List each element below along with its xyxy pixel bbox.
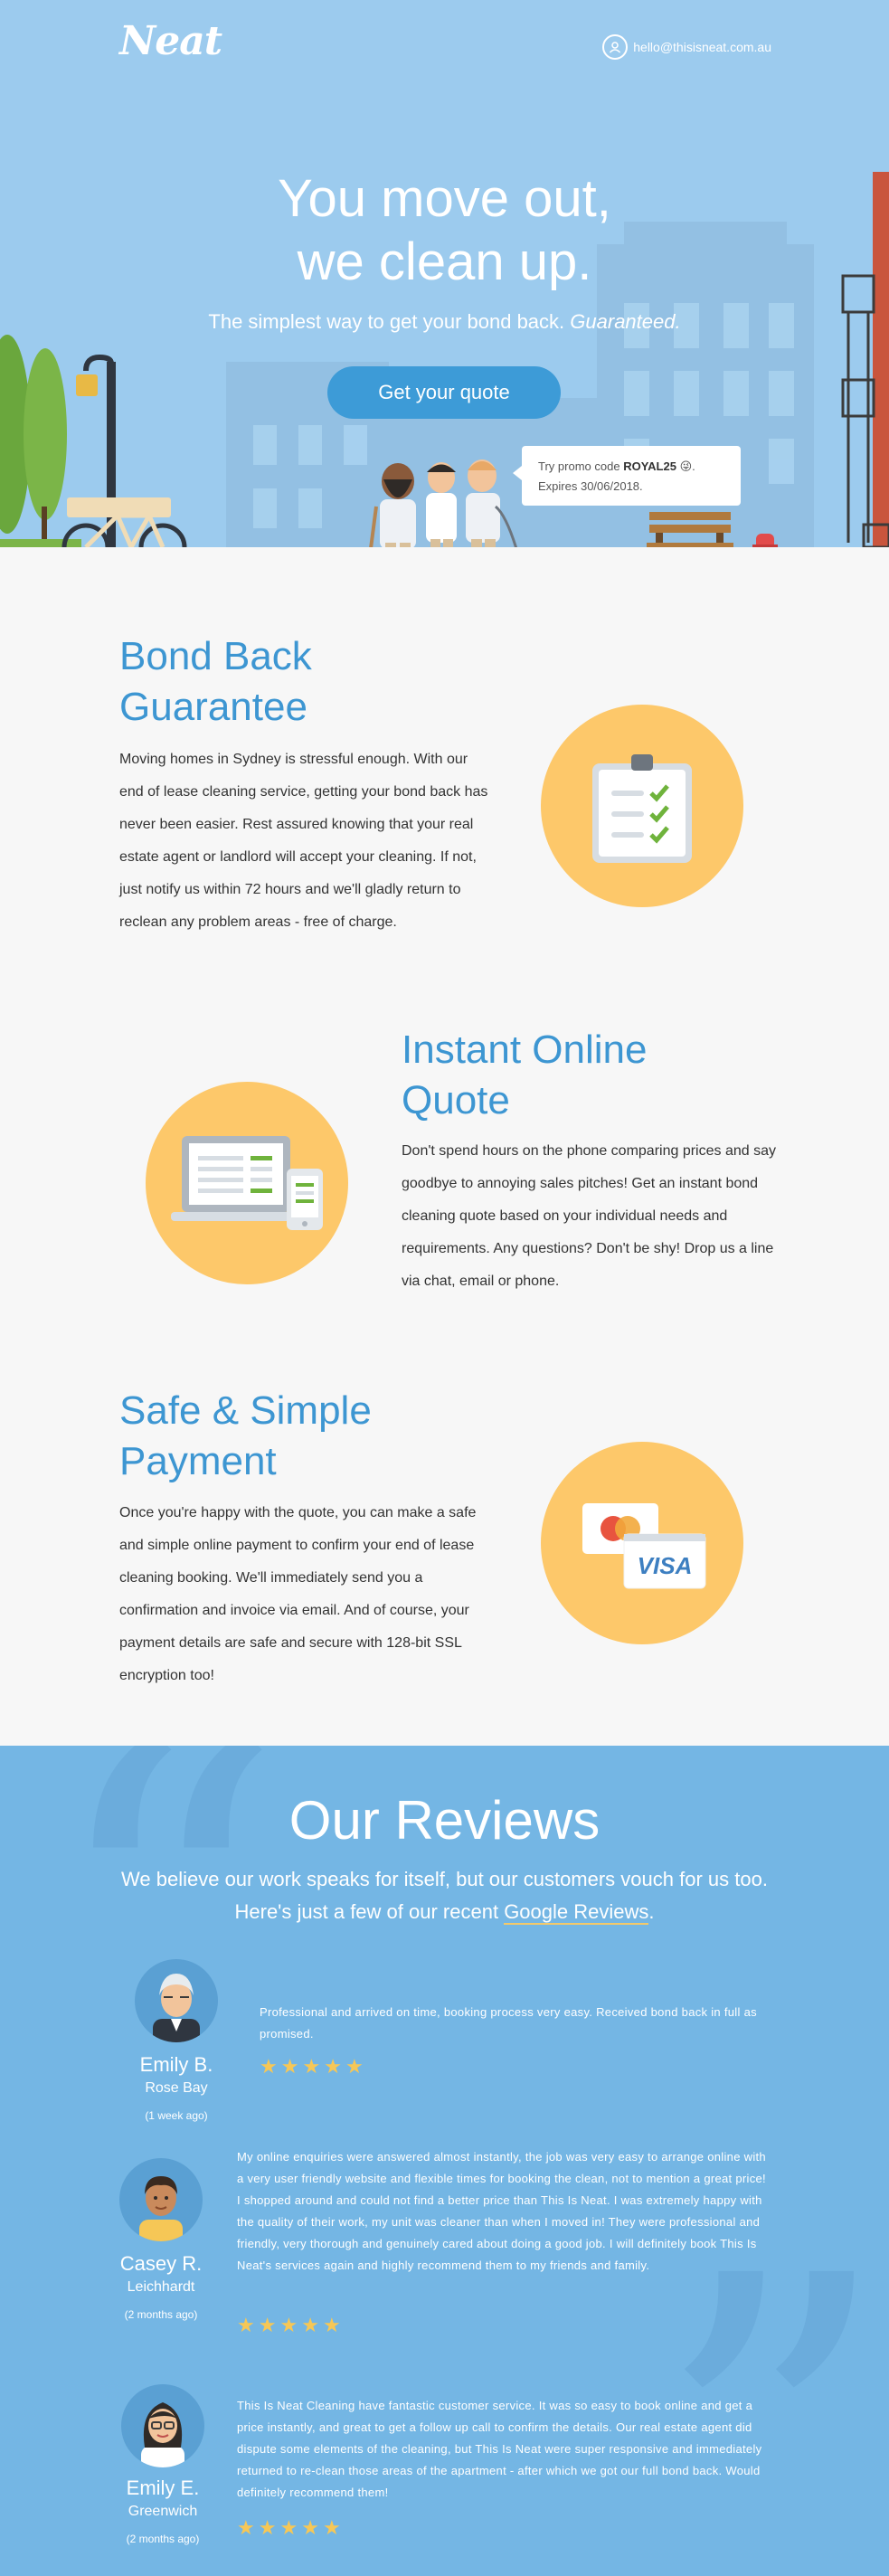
reviews-intro: We believe our work speaks for itself, b… bbox=[118, 1863, 771, 1928]
feature-text: Moving homes in Sydney is stressful enou… bbox=[119, 752, 488, 930]
star-rating: ★ ★ ★ ★ ★ bbox=[260, 2055, 364, 2079]
review-text: My online enquiries were answered almost… bbox=[237, 2150, 766, 2272]
star-icon: ★ bbox=[301, 2516, 319, 2539]
star-icon: ★ bbox=[258, 2314, 277, 2336]
star-icon: ★ bbox=[280, 2055, 299, 2078]
get-quote-button[interactable]: Get your quote bbox=[327, 366, 561, 419]
feature-title: Instant Online Quote bbox=[402, 1028, 648, 1122]
hero-tagline-text: The simplest way to get your bond back. bbox=[208, 310, 565, 333]
reviews-intro-end: . bbox=[648, 1900, 655, 1923]
laptop-phone-icon bbox=[146, 1082, 348, 1284]
review-date: (1 week ago) bbox=[145, 2109, 208, 2122]
feature-text: Once you're happy with the quote, you ca… bbox=[119, 1505, 477, 1683]
promo-expiry: Expires 30/06/2018. bbox=[538, 479, 643, 493]
star-icon: ★ bbox=[260, 2055, 278, 2078]
avatar bbox=[121, 2384, 204, 2467]
review-text: This Is Neat Cleaning have fantastic cus… bbox=[237, 2399, 762, 2499]
reviewer-name: Emily B. bbox=[139, 2053, 213, 2076]
star-rating: ★ ★ ★ ★ ★ bbox=[237, 2516, 341, 2540]
star-icon: ★ bbox=[302, 2055, 321, 2078]
star-icon: ★ bbox=[301, 2314, 319, 2336]
star-icon: ★ bbox=[279, 2516, 298, 2539]
reviewer-name: Emily E. bbox=[126, 2477, 200, 2499]
reviewer-suburb: Rose Bay bbox=[145, 2080, 208, 2096]
avatar bbox=[119, 2158, 203, 2241]
reviewer-suburb: Greenwich bbox=[128, 2504, 198, 2519]
hero-tagline-emphasis: Guaranteed. bbox=[570, 310, 681, 333]
reviews-section: “ ” Our Reviews We believe our work spea… bbox=[0, 1746, 889, 2576]
feature-text: Don't spend hours on the phone comparing… bbox=[402, 1143, 776, 1289]
star-icon: ★ bbox=[345, 2055, 364, 2078]
hero-tagline: The simplest way to get your bond back. … bbox=[0, 310, 889, 334]
hero-title-line2: we clean up. bbox=[297, 232, 592, 291]
review-text: Professional and arrived on time, bookin… bbox=[260, 2005, 757, 2041]
star-icon: ★ bbox=[324, 2055, 342, 2078]
feature-title: Bond Back Guarantee bbox=[119, 634, 312, 729]
promo-suffix: . bbox=[692, 459, 695, 473]
contact-email-text: hello@thisisneat.com.au bbox=[633, 40, 771, 54]
star-icon: ★ bbox=[237, 2516, 255, 2539]
contact-email-link[interactable]: hello@thisisneat.com.au bbox=[602, 34, 771, 60]
review-date: (2 months ago) bbox=[126, 2533, 200, 2545]
star-icon: ★ bbox=[322, 2314, 341, 2336]
visa-card-label: VISA bbox=[638, 1552, 693, 1579]
promo-code: ROYAL25 bbox=[623, 459, 676, 473]
star-icon: ★ bbox=[279, 2314, 298, 2336]
promo-prefix: Try promo code bbox=[538, 459, 620, 473]
star-rating: ★ ★ ★ ★ ★ bbox=[237, 2314, 341, 2337]
reviewer-suburb: Leichhardt bbox=[127, 2279, 195, 2295]
user-circle-icon bbox=[602, 34, 629, 60]
hero-section: Neat hello@thisisneat.com.au You move ou… bbox=[0, 0, 889, 547]
reviews-title: Our Reviews bbox=[288, 1790, 601, 1851]
neat-logo[interactable]: Neat bbox=[119, 18, 222, 64]
hero-title: You move out, we clean up. bbox=[0, 167, 889, 294]
google-reviews-link[interactable]: Google Reviews bbox=[504, 1900, 649, 1925]
review-date: (2 months ago) bbox=[124, 2308, 198, 2321]
avatar bbox=[135, 1959, 218, 2042]
star-icon: ★ bbox=[258, 2516, 277, 2539]
star-icon: ★ bbox=[237, 2314, 255, 2336]
feature-title: Safe & Simple Payment bbox=[119, 1388, 372, 1483]
star-icon: ★ bbox=[322, 2516, 341, 2539]
clipboard-checklist-icon bbox=[541, 705, 743, 907]
promo-emoji-icon: 😜 bbox=[679, 459, 693, 473]
reviewer-name: Casey R. bbox=[119, 2252, 203, 2275]
reviews-intro-text: We believe our work speaks for itself, b… bbox=[121, 1868, 768, 1923]
hero-title-line1: You move out, bbox=[278, 169, 611, 228]
promo-bubble: Try promo code ROYAL25 😜. Expires 30/06/… bbox=[513, 446, 741, 506]
credit-cards-icon: VISA bbox=[541, 1442, 743, 1644]
